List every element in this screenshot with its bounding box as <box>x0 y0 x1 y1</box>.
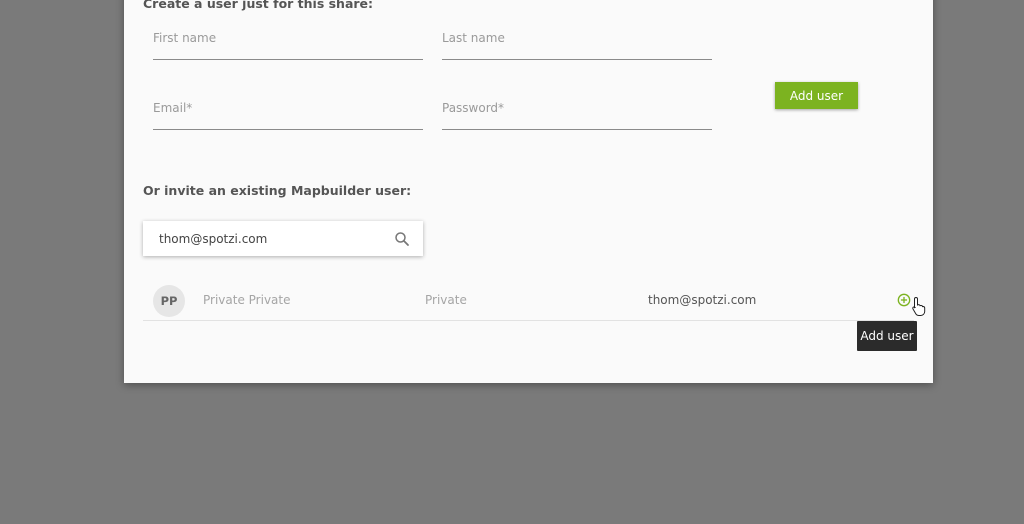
password-field[interactable] <box>442 93 712 130</box>
add-circle-icon[interactable] <box>897 293 911 307</box>
user-email: thom@spotzi.com <box>648 293 757 307</box>
first-name-field[interactable] <box>153 23 423 60</box>
hand-pointer-icon <box>912 296 926 316</box>
create-user-heading: Create a user just for this share: <box>143 0 374 11</box>
add-user-tooltip: Add user <box>857 321 917 351</box>
user-type: Private <box>425 293 467 307</box>
user-search-box[interactable] <box>143 221 423 256</box>
invite-existing-heading: Or invite an existing Mapbuilder user: <box>143 183 412 198</box>
email-input[interactable] <box>153 93 423 123</box>
avatar: PP <box>153 285 185 317</box>
email-field[interactable] <box>153 93 423 130</box>
user-name: Private Private <box>203 293 291 307</box>
user-search-input[interactable] <box>159 221 379 256</box>
search-icon[interactable] <box>393 230 411 248</box>
add-user-button[interactable]: Add user <box>775 82 858 109</box>
password-input[interactable] <box>442 93 712 123</box>
user-result-row: PP Private Private Private thom@spotzi.c… <box>143 283 926 321</box>
last-name-field[interactable] <box>442 23 712 60</box>
first-name-input[interactable] <box>153 23 423 53</box>
last-name-input[interactable] <box>442 23 712 53</box>
share-dialog: Create a user just for this share: Add u… <box>124 0 933 383</box>
